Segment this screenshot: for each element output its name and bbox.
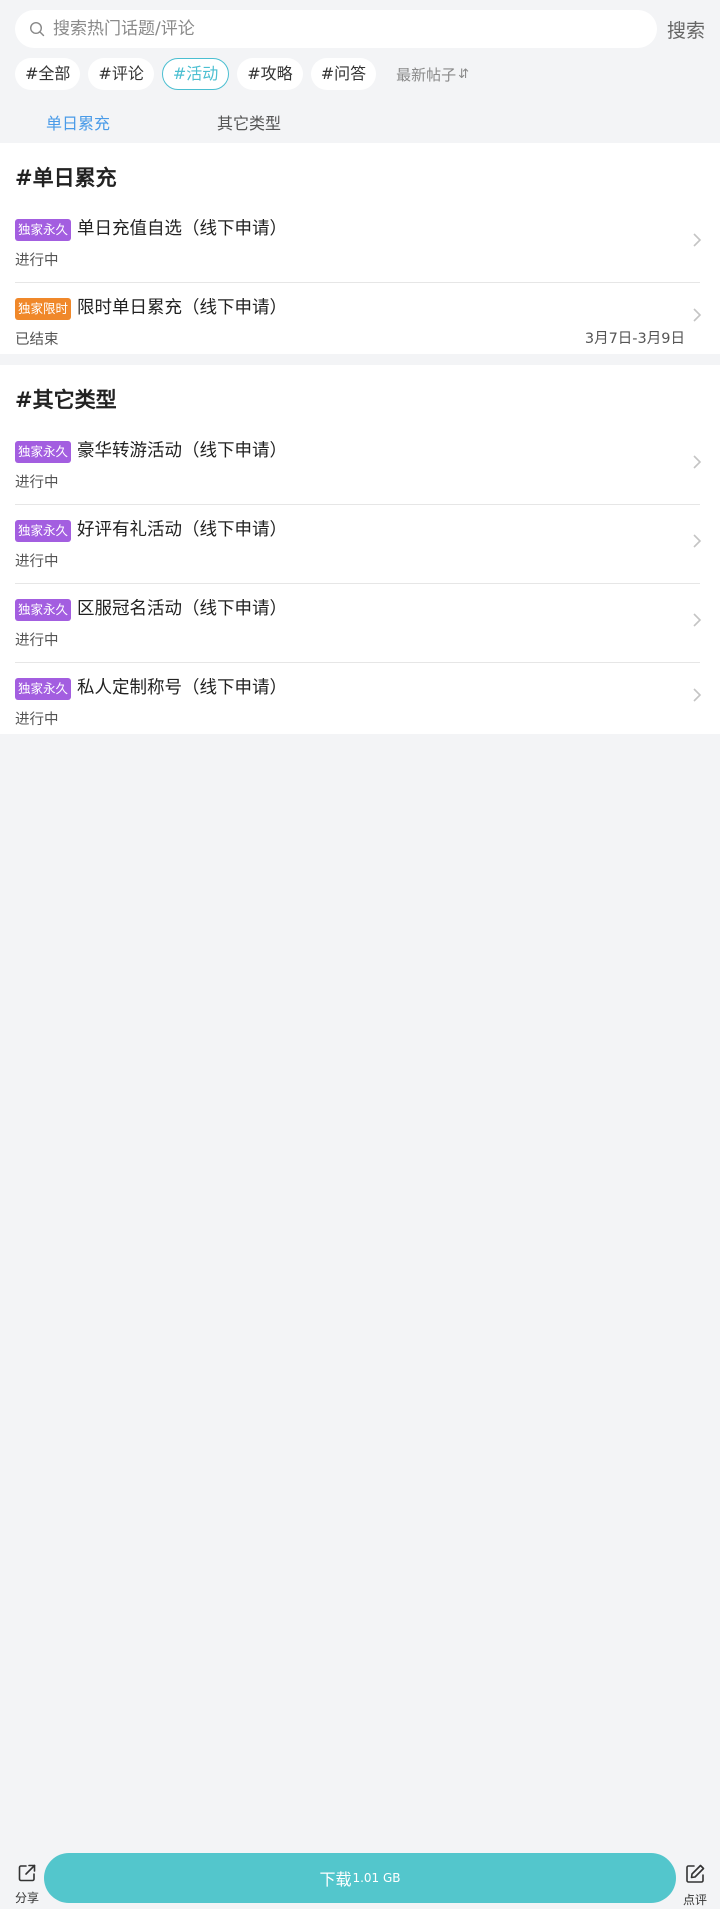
divider bbox=[15, 504, 700, 505]
download-button[interactable]: 下载 1.01 GB bbox=[44, 1853, 676, 1903]
chevron-right-icon bbox=[689, 304, 705, 326]
item-title: 私人定制称号（线下申请） bbox=[77, 678, 287, 698]
item-status: 进行中 bbox=[15, 633, 59, 649]
list-item[interactable]: 独家永久 区服冠名活动（线下申请） 进行中 bbox=[15, 585, 705, 663]
section-daily-recharge: #单日累充 独家永久 单日充值自选（线下申请） 进行中 独家限时 限时单日累充（… bbox=[0, 143, 720, 354]
divider bbox=[15, 583, 700, 584]
tag-all[interactable]: #全部 bbox=[15, 58, 81, 90]
section-title: #单日累充 bbox=[15, 166, 117, 190]
badge-permanent: 独家永久 bbox=[15, 520, 72, 542]
sort-button[interactable]: 最新帖子 ⇵ bbox=[396, 64, 469, 85]
edit-icon bbox=[684, 1864, 706, 1889]
item-title: 豪华转游活动（线下申请） bbox=[77, 441, 287, 461]
chevron-right-icon bbox=[689, 229, 705, 251]
tag-guides[interactable]: #攻略 bbox=[237, 58, 303, 90]
search-icon bbox=[27, 19, 47, 39]
chevron-right-icon bbox=[689, 684, 705, 706]
review-button[interactable]: 点评 bbox=[680, 1863, 710, 1908]
subtab-bar: 单日累充 其它类型 bbox=[0, 106, 720, 138]
item-status: 进行中 bbox=[15, 554, 59, 570]
item-title: 限时单日累充（线下申请） bbox=[77, 298, 287, 318]
tag-comments[interactable]: #评论 bbox=[88, 58, 154, 90]
subtab-other-types[interactable]: 其它类型 bbox=[217, 110, 281, 134]
sort-label: 最新帖子 bbox=[396, 65, 457, 84]
search-box[interactable] bbox=[15, 10, 657, 48]
tag-qa[interactable]: #问答 bbox=[310, 58, 377, 90]
topic-tags: #全部 #评论 #活动 #攻略 #问答 最新帖子 ⇵ bbox=[15, 58, 469, 90]
chevron-right-icon bbox=[689, 451, 705, 473]
badge-limited: 独家限时 bbox=[15, 298, 72, 320]
chevron-right-icon bbox=[689, 609, 705, 631]
chevron-right-icon bbox=[689, 530, 705, 552]
tag-events[interactable]: #活动 bbox=[161, 58, 230, 90]
item-status: 已结束 bbox=[15, 332, 59, 348]
item-status: 进行中 bbox=[15, 475, 59, 491]
review-label: 点评 bbox=[682, 1893, 707, 1907]
item-status: 进行中 bbox=[15, 253, 59, 269]
subtab-daily-recharge[interactable]: 单日累充 bbox=[46, 110, 110, 134]
divider bbox=[15, 662, 700, 663]
share-icon bbox=[17, 1864, 37, 1887]
item-title: 单日充值自选（线下申请） bbox=[77, 219, 287, 239]
item-title: 区服冠名活动（线下申请） bbox=[77, 599, 287, 619]
search-input[interactable] bbox=[51, 18, 615, 40]
share-button[interactable]: 分享 bbox=[12, 1863, 42, 1906]
list-item[interactable]: 独家永久 私人定制称号（线下申请） 进行中 bbox=[15, 664, 705, 734]
list-item[interactable]: 独家永久 好评有礼活动（线下申请） 进行中 bbox=[15, 506, 705, 584]
badge-permanent: 独家永久 bbox=[15, 599, 72, 621]
sort-arrows-icon: ⇵ bbox=[458, 66, 470, 82]
bottom-action-bar: 分享 下载 1.01 GB 点评 bbox=[0, 1851, 720, 1909]
badge-permanent: 独家永久 bbox=[15, 441, 72, 463]
list-item[interactable]: 独家限时 限时单日累充（线下申请） 已结束 3月7日-3月9日 bbox=[15, 284, 705, 354]
badge-permanent: 独家永久 bbox=[15, 219, 72, 241]
list-item[interactable]: 独家永久 豪华转游活动（线下申请） 进行中 bbox=[15, 427, 705, 505]
download-size: 1.01 GB bbox=[352, 1871, 401, 1885]
section-title: #其它类型 bbox=[15, 388, 117, 412]
search-bar: 搜索 bbox=[15, 10, 705, 48]
section-other-types: #其它类型 独家永久 豪华转游活动（线下申请） 进行中 独家永久 好评有礼活动（… bbox=[0, 365, 720, 734]
download-label: 下载 bbox=[319, 1870, 352, 1889]
divider bbox=[15, 282, 700, 283]
list-item[interactable]: 独家永久 单日充值自选（线下申请） 进行中 bbox=[15, 205, 705, 283]
item-status: 进行中 bbox=[15, 712, 59, 728]
badge-permanent: 独家永久 bbox=[15, 678, 72, 700]
item-date: 3月7日-3月9日 bbox=[584, 331, 685, 347]
item-title: 好评有礼活动（线下申请） bbox=[77, 520, 287, 540]
search-button[interactable]: 搜索 bbox=[667, 16, 705, 43]
share-label: 分享 bbox=[14, 1891, 39, 1905]
